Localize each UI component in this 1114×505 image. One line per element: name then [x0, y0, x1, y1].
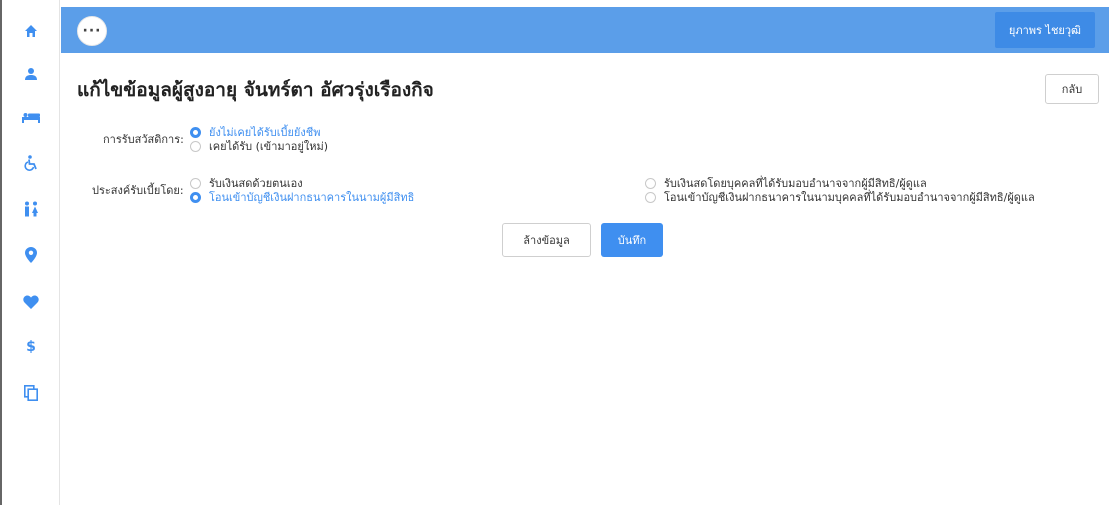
page-title: แก้ไขข้อมูลผู้สูงอายุ จันทร์ตา อัศวรุ่งเ… [77, 79, 434, 101]
copy-icon[interactable] [2, 374, 60, 412]
wheelchair-icon[interactable] [2, 144, 60, 182]
family-icon[interactable] [2, 190, 60, 228]
radio-unchecked-icon [645, 177, 656, 189]
sidebar: $ [2, 0, 60, 505]
dollar-icon[interactable]: $ [2, 327, 60, 365]
person-icon[interactable] [2, 55, 60, 93]
home-icon[interactable] [2, 12, 60, 50]
svg-text:$: $ [26, 339, 36, 354]
bed-icon[interactable] [2, 98, 60, 136]
radio-unchecked-icon [645, 191, 656, 203]
back-button[interactable]: กลับ [1045, 74, 1099, 104]
user-menu-button[interactable]: ยุภาพร ไชยวุฒิ [994, 12, 1095, 48]
location-pin-icon[interactable] [2, 236, 60, 274]
radio-checked-icon [190, 126, 201, 138]
clear-button[interactable]: ล้างข้อมูล [502, 223, 591, 257]
top-bar: ··· ยุภาพร ไชยวุฒิ [61, 7, 1109, 53]
payment-option-bank-transfer-self[interactable]: โอนเข้าบัญชีเงินฝากธนาคารในนามผู้มีสิทธิ [190, 188, 414, 206]
welfare-label: การรับสวัสดิการ: [103, 133, 184, 146]
radio-unchecked-icon [190, 177, 201, 189]
heart-icon[interactable] [2, 283, 60, 321]
save-button[interactable]: บันทึก [601, 223, 663, 257]
menu-button[interactable]: ··· [77, 16, 107, 46]
radio-label: เคยได้รับ (เข้ามาอยู่ใหม่) [209, 140, 329, 153]
radio-checked-icon [190, 191, 201, 203]
radio-unchecked-icon [190, 140, 201, 152]
payment-method-label: ประสงค์รับเบี้ยโดย: [92, 184, 184, 197]
payment-option-bank-transfer-proxy[interactable]: โอนเข้าบัญชีเงินฝากธนาคารในนามบุคคลที่ได… [645, 188, 1035, 206]
welfare-option-previously-received[interactable]: เคยได้รับ (เข้ามาอยู่ใหม่) [190, 137, 328, 155]
radio-label: โอนเข้าบัญชีเงินฝากธนาคารในนามบุคคลที่ได… [664, 191, 1035, 204]
radio-label: โอนเข้าบัญชีเงินฝากธนาคารในนามผู้มีสิทธิ [209, 191, 415, 204]
